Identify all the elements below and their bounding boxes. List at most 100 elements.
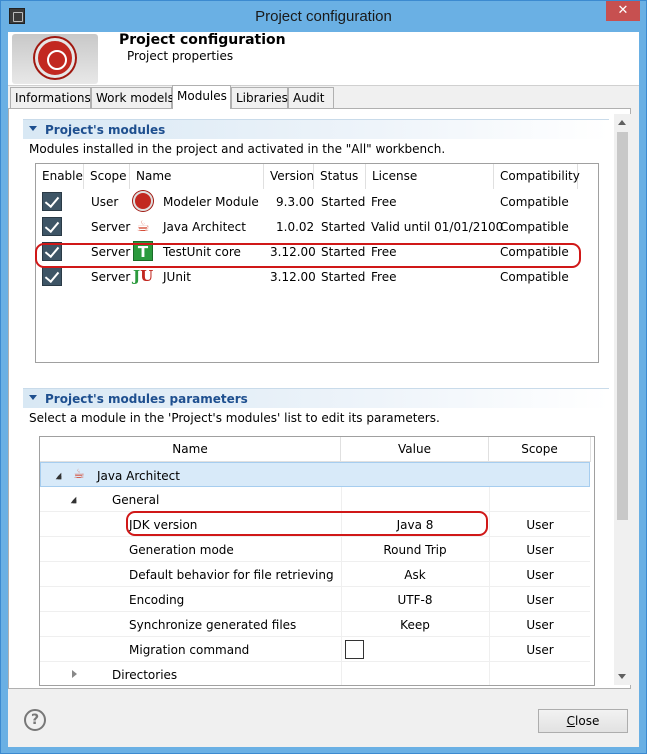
- params-section-header[interactable]: Project's modules parameters: [23, 388, 609, 408]
- module-status: Started: [321, 245, 366, 259]
- param-scope: User: [526, 568, 554, 582]
- module-license: Free: [371, 270, 397, 284]
- param-name: Directories: [112, 668, 178, 682]
- tab-bar: Informations Work models Modules Librari…: [8, 85, 639, 109]
- java-icon: ☕: [136, 217, 150, 235]
- modules-tab-panel: Project's modules Modules installed in t…: [8, 108, 631, 689]
- expanded-triangle-icon[interactable]: [55, 472, 62, 480]
- tree-row-java-architect[interactable]: ☕ Java Architect: [40, 462, 590, 487]
- title-bar[interactable]: Project configuration ✕: [1, 1, 646, 32]
- migration-command-checkbox[interactable]: [345, 640, 364, 659]
- collapse-triangle-icon[interactable]: [29, 395, 37, 400]
- param-name: General: [112, 493, 160, 507]
- modules-section-header[interactable]: Project's modules: [23, 119, 609, 139]
- module-version: 3.12.00: [270, 270, 316, 284]
- tree-row-directories[interactable]: Directories: [40, 662, 590, 685]
- scroll-thumb[interactable]: [617, 132, 628, 520]
- parameters-tree-table[interactable]: Name Value Scope ☕ Java Architect Genera…: [39, 436, 595, 686]
- param-name: Java Architect: [97, 469, 180, 483]
- header-subtitle: Project properties: [127, 49, 234, 63]
- module-row-java-architect[interactable]: Server ☕ Java Architect 1.0.02 Started V…: [36, 214, 598, 239]
- tree-row-synchronize[interactable]: Synchronize generated files Keep User: [40, 612, 590, 637]
- params-section-description: Select a module in the 'Project's module…: [29, 411, 440, 425]
- enable-checkbox[interactable]: [42, 217, 62, 236]
- param-value[interactable]: Java 8: [341, 512, 489, 537]
- tree-row-migration-command[interactable]: Migration command User: [40, 637, 590, 662]
- module-row-junit[interactable]: Server JU JUnit 3.12.00 Started Free Com…: [36, 264, 598, 289]
- param-scope: User: [526, 643, 554, 657]
- module-row-testunit[interactable]: Server T TestUnit core 3.12.00 Started F…: [36, 239, 598, 264]
- col-param-scope[interactable]: Scope: [489, 437, 591, 462]
- scroll-up-icon[interactable]: [618, 120, 626, 125]
- tab-informations[interactable]: Informations: [10, 87, 91, 108]
- col-scope[interactable]: Scope: [84, 164, 130, 189]
- param-value[interactable]: Keep: [341, 612, 489, 637]
- module-compatibility: Compatible: [500, 220, 569, 234]
- module-version: 3.12.00: [270, 245, 316, 259]
- module-row-modeler[interactable]: User Modeler Module 9.3.00 Started Free …: [36, 189, 598, 214]
- param-name: JDK version: [129, 518, 198, 532]
- module-compatibility: Compatible: [500, 245, 569, 259]
- tree-row-default-behavior[interactable]: Default behavior for file retrieving Ask…: [40, 562, 590, 587]
- close-mnemonic: C: [566, 714, 576, 728]
- module-version: 9.3.00: [276, 195, 315, 209]
- param-scope: User: [526, 543, 554, 557]
- param-scope: User: [526, 518, 554, 532]
- help-icon[interactable]: ?: [24, 709, 46, 731]
- enable-checkbox[interactable]: [42, 242, 62, 261]
- param-value[interactable]: UTF-8: [341, 587, 489, 612]
- module-scope: Server: [91, 270, 131, 284]
- modules-section-title: Project's modules: [45, 123, 166, 137]
- dialog-client: Project configuration Project properties…: [8, 32, 639, 747]
- col-param-value[interactable]: Value: [341, 437, 489, 462]
- close-button[interactable]: Close: [538, 709, 628, 733]
- tree-row-generation-mode[interactable]: Generation mode Round Trip User: [40, 537, 590, 562]
- module-name: Java Architect: [163, 220, 246, 234]
- dialog-footer: ? Close: [8, 689, 639, 747]
- module-status: Started: [321, 220, 366, 234]
- collapsed-triangle-icon[interactable]: [72, 670, 77, 678]
- window-close-button[interactable]: ✕: [606, 1, 640, 21]
- enable-checkbox[interactable]: [42, 267, 62, 286]
- scroll-down-icon[interactable]: [618, 674, 626, 679]
- col-status[interactable]: Status: [314, 164, 366, 189]
- modules-section-description: Modules installed in the project and act…: [29, 142, 446, 156]
- tab-work-models[interactable]: Work models: [91, 87, 174, 108]
- expanded-triangle-icon[interactable]: [70, 496, 77, 504]
- modelio-logo-icon: [12, 34, 98, 84]
- modeler-module-icon: [133, 191, 153, 211]
- param-value[interactable]: Round Trip: [341, 537, 489, 562]
- module-scope: Server: [91, 220, 131, 234]
- tab-audit[interactable]: Audit: [288, 87, 334, 108]
- modules-table[interactable]: Enable Scope Name Version Status License…: [35, 163, 599, 363]
- tree-row-general[interactable]: General: [40, 487, 590, 512]
- tab-libraries[interactable]: Libraries: [231, 87, 288, 108]
- col-name[interactable]: Name: [130, 164, 264, 189]
- col-enable[interactable]: Enable: [36, 164, 84, 189]
- module-status: Started: [321, 270, 366, 284]
- module-scope: Server: [91, 245, 131, 259]
- tree-row-jdk-version[interactable]: JDK version Java 8 User: [40, 512, 590, 537]
- module-scope: User: [91, 195, 119, 209]
- param-name: Encoding: [129, 593, 185, 607]
- enable-checkbox[interactable]: [42, 192, 62, 211]
- module-version: 1.0.02: [276, 220, 315, 234]
- header-title: Project configuration: [119, 32, 286, 48]
- java-icon: ☕: [73, 467, 85, 482]
- collapse-triangle-icon[interactable]: [29, 126, 37, 131]
- close-label: lose: [575, 714, 600, 728]
- panel-scrollbar[interactable]: [614, 114, 631, 685]
- window-title: Project configuration: [255, 8, 392, 25]
- tree-row-encoding[interactable]: Encoding UTF-8 User: [40, 587, 590, 612]
- col-version[interactable]: Version: [264, 164, 314, 189]
- tab-modules[interactable]: Modules: [172, 85, 231, 109]
- param-name: Generation mode: [129, 543, 234, 557]
- col-param-name[interactable]: Name: [40, 437, 341, 462]
- project-configuration-window: Project configuration ✕ Project configur…: [0, 0, 647, 754]
- col-compatibility[interactable]: Compatibility: [494, 164, 580, 189]
- col-license[interactable]: License: [366, 164, 494, 189]
- module-status: Started: [321, 195, 366, 209]
- param-name: Migration command: [129, 643, 250, 657]
- param-value[interactable]: Ask: [341, 562, 489, 587]
- param-name: Synchronize generated files: [129, 618, 297, 632]
